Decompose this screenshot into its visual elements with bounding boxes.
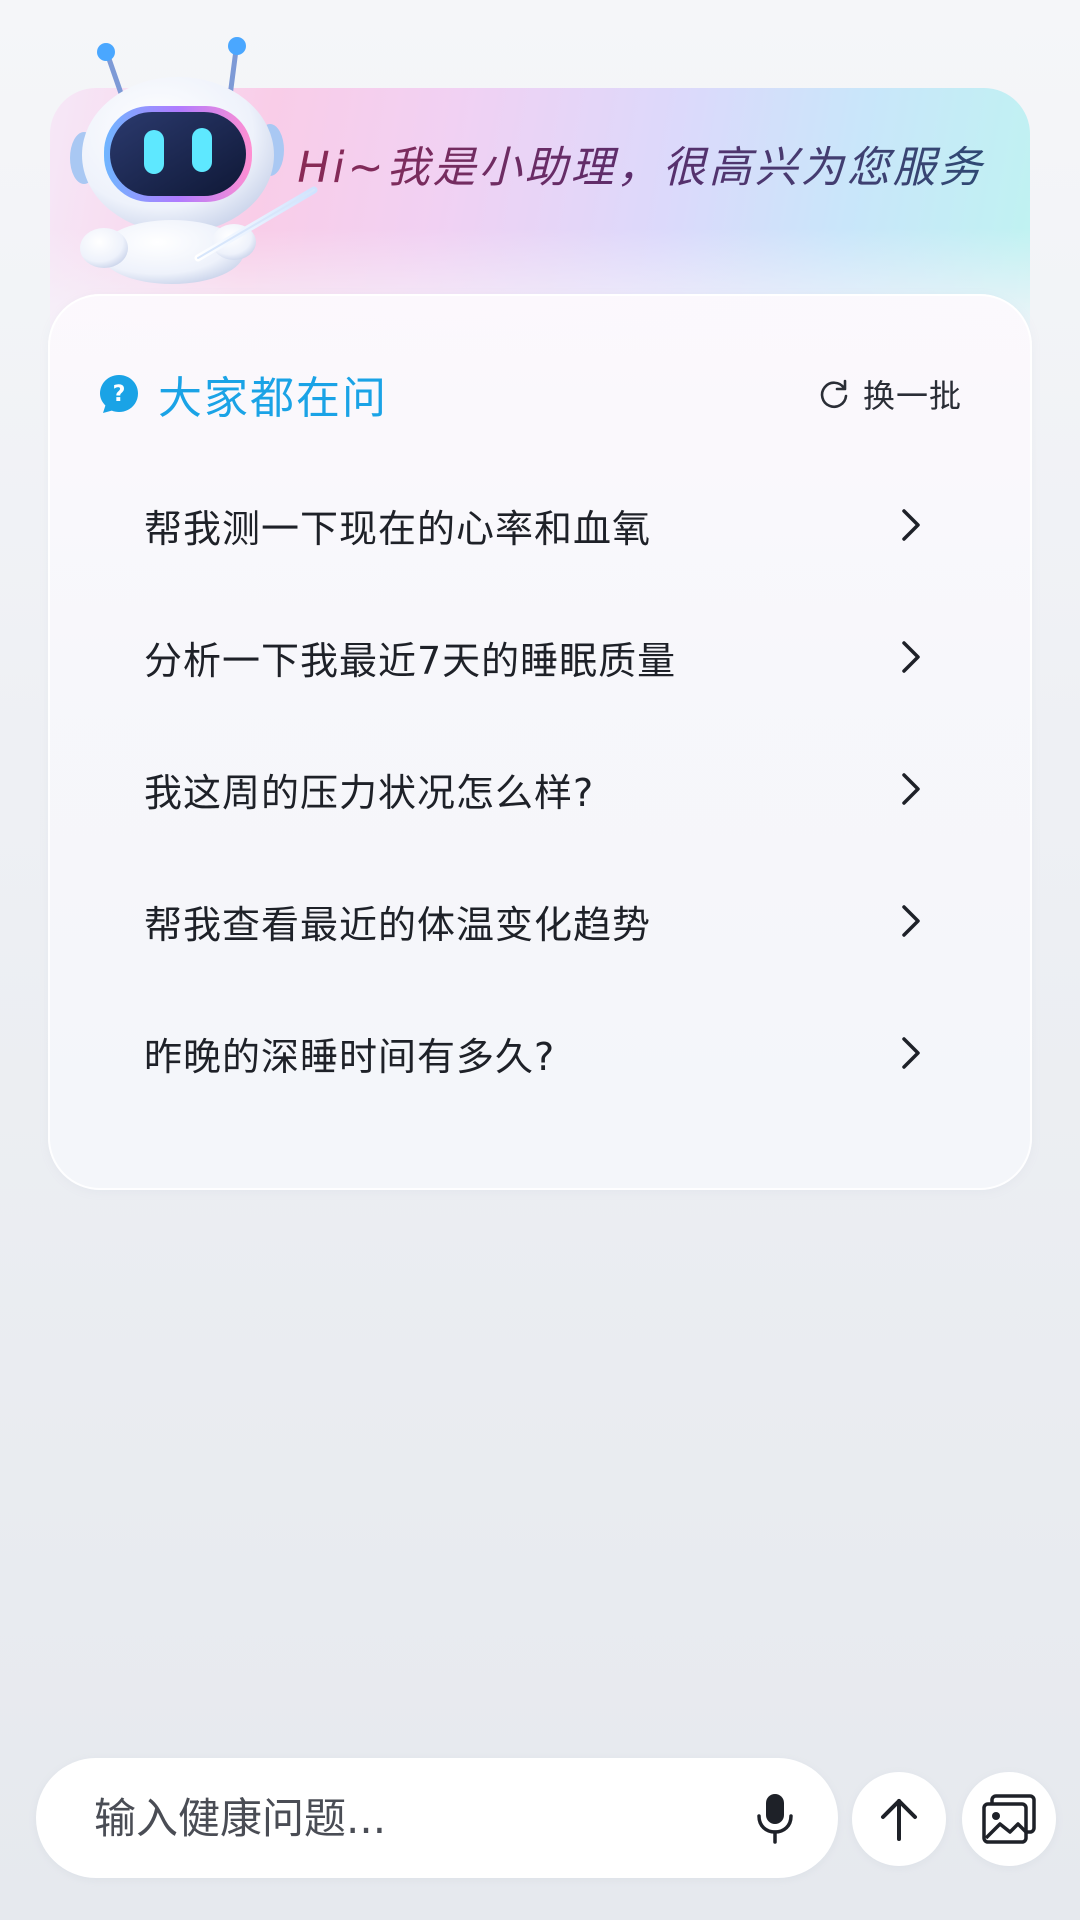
greeting-text: Hi~我是小助理，很高兴为您服务 <box>296 140 986 196</box>
question-text: 分析一下我最近7天的睡眠质量 <box>144 638 677 683</box>
question-list: 帮我测一下现在的心率和血氧 分析一下我最近7天的睡眠质量 我这周的压力状况怎么样… <box>102 466 982 1126</box>
card-title: 大家都在问 <box>158 373 388 424</box>
svg-text:?: ? <box>113 382 126 407</box>
question-text: 帮我查看最近的体温变化趋势 <box>144 902 652 947</box>
question-item[interactable]: 帮我查看最近的体温变化趋势 <box>48 862 1032 980</box>
chevron-right-icon <box>902 773 920 805</box>
question-bubble-icon: ? <box>100 375 138 413</box>
question-text: 我这周的压力状况怎么样? <box>144 770 595 815</box>
chevron-right-icon <box>902 1037 920 1069</box>
question-item[interactable]: 昨晚的深睡时间有多久? <box>48 994 1032 1112</box>
question-item[interactable]: 分析一下我最近7天的睡眠质量 <box>48 598 1032 716</box>
question-text: 帮我测一下现在的心率和血氧 <box>144 506 652 551</box>
health-question-input[interactable] <box>92 1792 752 1844</box>
refresh-label: 换一批 <box>862 377 962 415</box>
send-button[interactable] <box>852 1772 946 1866</box>
image-icon <box>982 1794 1036 1844</box>
question-item[interactable]: 我这周的压力状况怎么样? <box>48 730 1032 848</box>
image-upload-button[interactable] <box>962 1772 1056 1866</box>
question-text: 昨晚的深睡时间有多久? <box>144 1034 556 1079</box>
suggestions-card: ? 大家都在问 换一批 帮我测一下现在的心率和血氧 分析一下我最近7天的睡眠质量 <box>48 294 1032 1190</box>
chat-input-bar <box>36 1758 838 1878</box>
chevron-right-icon <box>902 509 920 541</box>
card-title-group: ? 大家都在问 <box>98 362 388 426</box>
arrow-up-icon <box>881 1799 917 1841</box>
card-header: ? 大家都在问 换一批 <box>98 364 962 424</box>
chevron-right-icon <box>902 905 920 937</box>
robot-mascot <box>70 37 318 284</box>
microphone-icon[interactable] <box>752 1790 798 1846</box>
refresh-icon <box>820 379 848 409</box>
refresh-button[interactable]: 换一批 <box>817 371 962 417</box>
question-item[interactable]: 帮我测一下现在的心率和血氧 <box>48 466 1032 584</box>
chevron-right-icon <box>902 641 920 673</box>
